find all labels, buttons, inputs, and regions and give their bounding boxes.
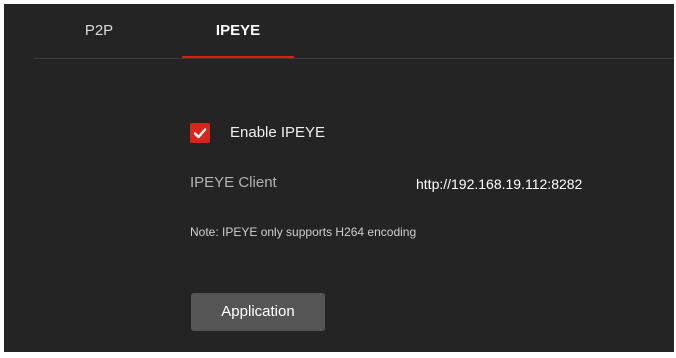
tab-ipeye[interactable]: IPEYE — [182, 4, 294, 58]
tab-p2p[interactable]: P2P — [76, 4, 122, 58]
ipeye-settings-panel: P2P IPEYE Enable IPEYE IPEYE Client http… — [4, 4, 674, 352]
enable-ipeye-label[interactable]: Enable IPEYE — [230, 122, 325, 144]
tab-ipeye-label: IPEYE — [215, 22, 261, 39]
encoding-note: Note: IPEYE only supports H264 encoding — [190, 225, 417, 239]
ipeye-client-label: IPEYE Client — [190, 174, 277, 191]
checkmark-icon — [193, 128, 207, 139]
ipeye-client-url: http://192.168.19.112:8282 — [416, 176, 583, 192]
tab-divider — [34, 58, 674, 59]
application-button[interactable]: Application — [191, 293, 325, 331]
tab-p2p-label: P2P — [84, 22, 114, 39]
enable-ipeye-checkbox[interactable] — [190, 123, 210, 143]
